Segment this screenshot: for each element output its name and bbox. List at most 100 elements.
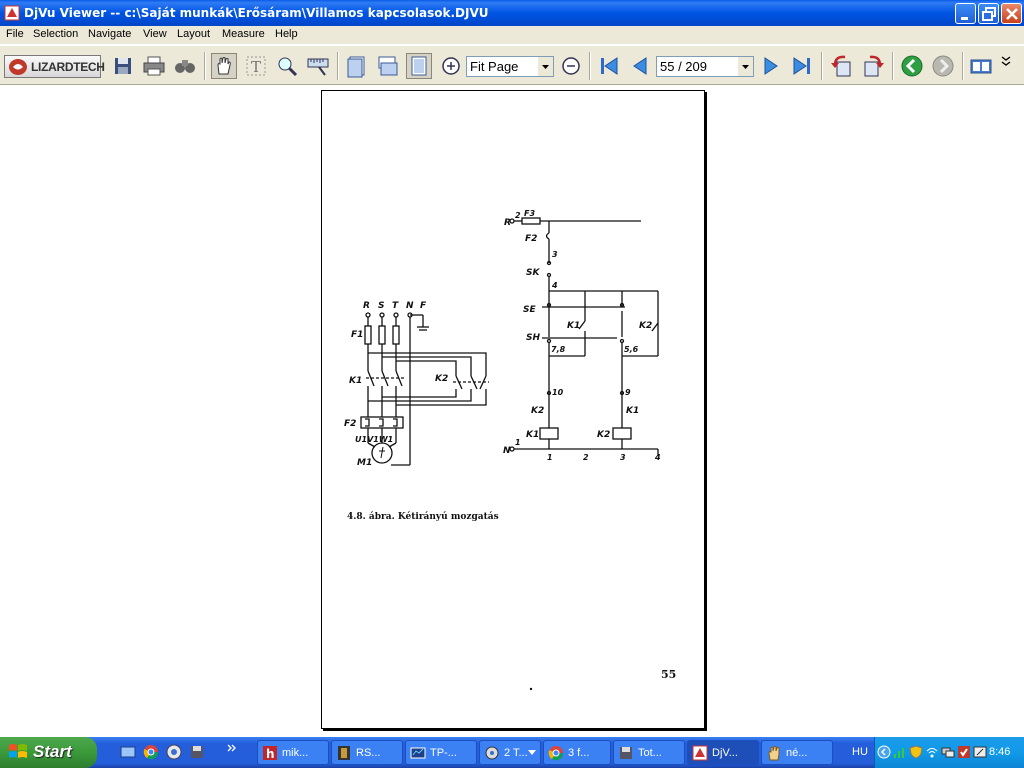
menu-file[interactable]: File — [6, 28, 24, 40]
wifi-icon[interactable] — [925, 745, 939, 759]
menu-view[interactable]: View — [143, 28, 167, 40]
label-K1-control: K1 — [567, 321, 580, 331]
hand-icon — [768, 746, 780, 761]
binoculars-icon — [175, 60, 195, 73]
clock[interactable]: 8:46 — [989, 746, 1010, 758]
task-button-djvu[interactable]: DjV... — [687, 740, 759, 765]
page-scan: R S T N F F1 K1 K2 F2 U1V1W1 M1 R 2 F3 F… — [344, 209, 676, 691]
chevron-down-icon — [542, 65, 549, 69]
zoom-in-button[interactable] — [438, 53, 464, 79]
toolbar: LIZARDTECH T Fit Page 55 / 209 — [0, 45, 1024, 85]
show-desktop-icon[interactable] — [120, 744, 136, 760]
quicklaunch-app-icon[interactable] — [166, 744, 182, 760]
save-icon — [115, 58, 131, 74]
menu-navigate[interactable]: Navigate — [88, 28, 131, 40]
task-button-2[interactable]: RS... — [331, 740, 403, 765]
label-N: N — [406, 301, 414, 311]
single-page-icon — [347, 56, 365, 78]
restore-button[interactable] — [978, 3, 999, 24]
close-icon — [1006, 8, 1018, 20]
menu-bar: File Selection Navigate View Layout Meas… — [0, 26, 1024, 44]
shield-icon[interactable] — [909, 745, 923, 759]
text-select-button[interactable]: T — [243, 53, 269, 79]
menu-help[interactable]: Help — [275, 28, 298, 40]
page-dropdown-arrow[interactable] — [738, 57, 753, 76]
rotate-right-button[interactable] — [860, 53, 886, 79]
back-button[interactable] — [899, 53, 925, 79]
previous-page-icon — [633, 57, 647, 75]
ruler-icon — [307, 58, 329, 76]
first-page-button[interactable] — [596, 53, 622, 79]
find-button[interactable] — [172, 53, 198, 79]
label-column-3: 3 — [620, 453, 626, 462]
disk-icon — [620, 747, 632, 759]
forward-button[interactable] — [930, 53, 956, 79]
label-SK: SK — [526, 268, 540, 278]
quicklaunch-disk-icon[interactable] — [189, 744, 205, 760]
zoom-tool-button[interactable] — [274, 53, 300, 79]
tray-expand-icon[interactable] — [877, 745, 891, 759]
previous-page-button[interactable] — [627, 53, 653, 79]
single-page-button[interactable] — [344, 53, 370, 79]
zoom-out-button[interactable] — [558, 53, 584, 79]
label-column-2: 2 — [583, 453, 589, 462]
chrome-icon — [548, 746, 564, 761]
chevron-double-icon — [1001, 56, 1011, 66]
close-button[interactable] — [1001, 3, 1022, 24]
label-column-1: 1 — [547, 453, 553, 462]
next-page-button[interactable] — [758, 53, 784, 79]
quicklaunch-overflow-icon[interactable] — [226, 743, 238, 755]
first-page-icon — [601, 57, 618, 75]
task-button-8[interactable]: né... — [761, 740, 833, 765]
fit-page-button[interactable] — [406, 53, 432, 79]
menu-layout[interactable]: Layout — [177, 28, 210, 40]
language-indicator[interactable]: HU — [852, 746, 868, 758]
zoom-dropdown-arrow[interactable] — [538, 57, 553, 76]
network-tray-icon[interactable] — [941, 745, 955, 759]
label-U1V1W1: U1V1W1 — [355, 435, 393, 444]
label-T: T — [392, 301, 399, 311]
scan-speck — [529, 687, 533, 691]
back-arrow-icon — [901, 55, 923, 77]
chevron-down-icon — [742, 65, 749, 69]
task-button-5[interactable]: 3 f... — [543, 740, 611, 765]
task-button-4[interactable]: 2 T... — [479, 740, 541, 765]
lizardtech-logo[interactable]: LIZARDTECH — [4, 55, 105, 78]
menu-selection[interactable]: Selection — [33, 28, 78, 40]
book-icon — [970, 59, 992, 74]
label-7-8: 7,8 — [551, 345, 566, 354]
tray-app-icon[interactable] — [973, 745, 987, 759]
start-button[interactable]: Start — [0, 737, 97, 768]
task-button-3[interactable]: TP-... — [405, 740, 477, 765]
label-N-control: N — [503, 446, 511, 456]
task-button-6[interactable]: Tot... — [613, 740, 685, 765]
signal-icon[interactable] — [893, 745, 907, 759]
chrome-icon[interactable] — [143, 744, 159, 760]
label-K2-interlock: K2 — [531, 406, 544, 416]
label-K1-power: K1 — [349, 376, 362, 386]
security-tray-icon[interactable] — [957, 745, 971, 759]
save-button[interactable] — [110, 53, 136, 79]
last-page-button[interactable] — [789, 53, 815, 79]
continuous-page-button[interactable] — [375, 53, 401, 79]
measure-tool-button[interactable] — [305, 53, 331, 79]
sidebar-toggle-button[interactable] — [968, 53, 994, 79]
document-page[interactable]: R S T N F F1 K1 K2 F2 U1V1W1 M1 R 2 F3 F… — [321, 90, 705, 729]
zoom-select[interactable]: Fit Page — [466, 56, 554, 77]
hand-tool-button[interactable] — [211, 53, 237, 79]
label-F3: F3 — [524, 209, 535, 218]
toolbar-overflow-button[interactable] — [998, 53, 1014, 79]
window-title: DjVu Viewer -- c:\Saját munkák\Erősáram\… — [24, 6, 489, 20]
minimize-button[interactable] — [955, 3, 976, 24]
menu-measure[interactable]: Measure — [222, 28, 265, 40]
page-number-select[interactable]: 55 / 209 — [656, 56, 754, 77]
taskbar: Start h mik... RS... TP-... 2 T... 3 f..… — [0, 737, 1024, 768]
zoom-in-icon — [442, 57, 460, 75]
rotate-left-button[interactable] — [829, 53, 855, 79]
label-K2-coil: K2 — [597, 430, 610, 440]
rotate-right-icon — [864, 55, 884, 77]
task-button-1[interactable]: h mik... — [257, 740, 329, 765]
next-page-icon — [764, 57, 778, 75]
forward-arrow-icon — [932, 55, 954, 77]
print-button[interactable] — [141, 53, 167, 79]
